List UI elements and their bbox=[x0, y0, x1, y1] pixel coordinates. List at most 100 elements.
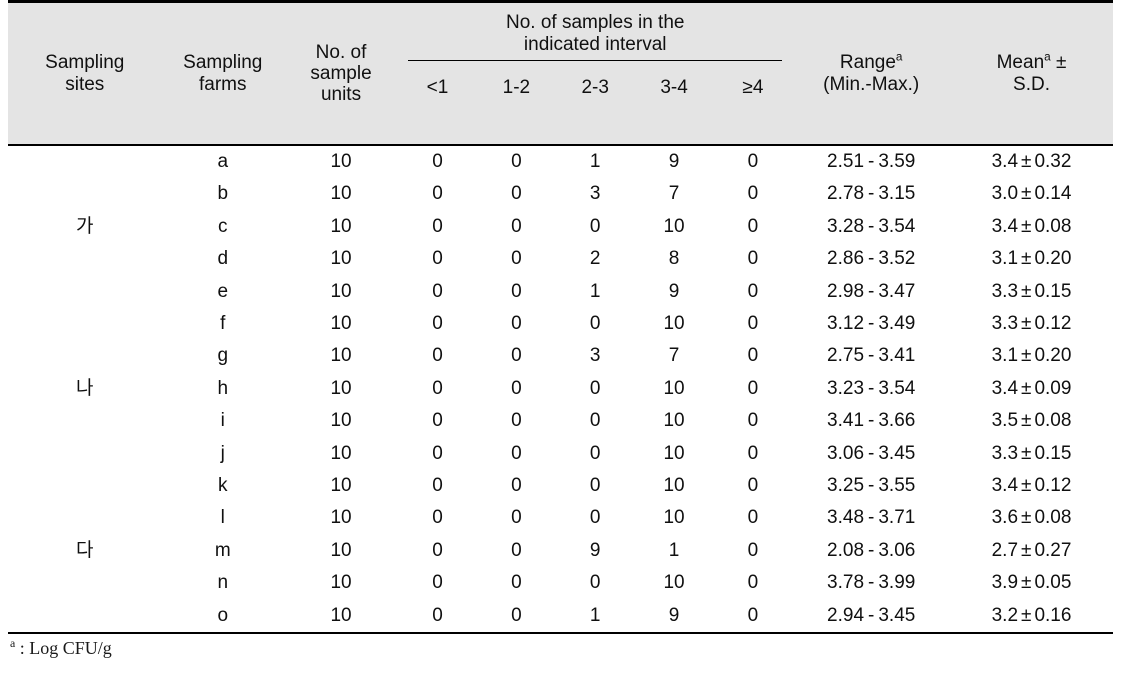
cell-interval-2-3: 2 bbox=[589, 248, 601, 270]
plus-minus-symbol: ± bbox=[1021, 345, 1032, 367]
range-dash: - bbox=[868, 248, 875, 270]
range-max: 3.15 bbox=[878, 183, 916, 205]
range-dash: - bbox=[868, 475, 875, 497]
cell-interval-1-2: 0 bbox=[511, 248, 522, 270]
sd-value: 0.08 bbox=[1034, 507, 1072, 529]
cell-interval-3-4: 9 bbox=[668, 280, 680, 302]
cell-sample-units: 10 bbox=[330, 345, 352, 367]
range-dash: - bbox=[868, 345, 875, 367]
table-row: 가 c 10 0 0 0 10 0 3.28-3.54 3.4 ±0.08 bbox=[8, 211, 1113, 243]
header-row: Sampling sites Sampling farms No. of sam… bbox=[8, 0, 1113, 146]
cell-interval-2-3: 0 bbox=[589, 215, 601, 237]
table-row: f 10 0 0 0 10 0 3.12-3.49 3.3 ±0.12 bbox=[8, 308, 1113, 340]
cell-sampling-farm: j bbox=[220, 442, 225, 464]
cell-interval-2-3: 0 bbox=[589, 475, 601, 497]
cell-sample-units: 10 bbox=[330, 313, 352, 335]
range-dash: - bbox=[868, 410, 875, 432]
cell-range: 3.25-3.55 bbox=[792, 470, 950, 502]
cell-sampling-farm: l bbox=[220, 507, 225, 529]
cell-sampling-farm: m bbox=[214, 539, 231, 561]
header-line: Range bbox=[839, 52, 896, 74]
mean-value: 3.4 bbox=[991, 215, 1019, 237]
cell-sampling-site bbox=[8, 502, 162, 534]
range-dash: - bbox=[868, 183, 875, 205]
cell-interval-2-3: 1 bbox=[555, 599, 635, 635]
mean-value: 3.3 bbox=[991, 313, 1019, 335]
cell-interval-3-4: 8 bbox=[668, 248, 680, 270]
sd-value: 0.08 bbox=[1034, 215, 1072, 237]
table-row: l 10 0 0 0 10 0 3.48-3.71 3.6 ±0.08 bbox=[8, 502, 1113, 534]
range-max: 3.52 bbox=[878, 248, 916, 270]
table-row: j 10 0 0 0 10 0 3.06-3.45 3.3 ±0.15 bbox=[8, 438, 1113, 470]
range-dash: - bbox=[868, 313, 875, 335]
cell-range: 2.86-3.52 bbox=[792, 243, 950, 275]
cell-range: 3.41-3.66 bbox=[792, 405, 950, 437]
mean-value: 3.4 bbox=[991, 151, 1019, 172]
cell-sample-units: 10 bbox=[330, 507, 352, 529]
cell-mean-sd: 3.0 ±0.14 bbox=[950, 178, 1113, 210]
range-max: 3.45 bbox=[878, 442, 916, 464]
cell-interval-3-4: 10 bbox=[663, 475, 685, 497]
cell-mean-sd: 3.5 ±0.08 bbox=[950, 405, 1113, 437]
group-header-line: indicated interval bbox=[523, 33, 667, 55]
cell-range: 2.98-3.47 bbox=[792, 276, 950, 308]
range-dash: - bbox=[868, 151, 875, 172]
plus-minus-symbol: ± bbox=[1021, 604, 1032, 626]
range-max: 3.47 bbox=[878, 280, 916, 302]
plus-minus-symbol: ± bbox=[1055, 52, 1067, 74]
cell-sample-units: 10 bbox=[330, 539, 352, 561]
cell-interval-3-4: 7 bbox=[668, 345, 680, 367]
table-row: b 10 0 0 3 7 0 2.78-3.15 3.0 ±0.14 bbox=[8, 178, 1113, 210]
sampling-results-table: Sampling sites Sampling farms No. of sam… bbox=[8, 0, 1113, 635]
range-max: 3.49 bbox=[878, 313, 916, 335]
cell-range: 2.78-3.15 bbox=[792, 178, 950, 210]
cell-sampling-site: 나 bbox=[76, 377, 94, 399]
cell-sampling-site bbox=[8, 599, 162, 635]
cell-interval-lt1: 0 bbox=[432, 248, 443, 270]
cell-sample-units: 10 bbox=[330, 475, 352, 497]
table-row: i 10 0 0 0 10 0 3.41-3.66 3.5 ±0.08 bbox=[8, 405, 1113, 437]
footnote-marker: a bbox=[1044, 50, 1051, 64]
cell-sample-units: 10 bbox=[330, 183, 352, 205]
range-dash: - bbox=[868, 215, 875, 237]
cell-range: 3.12-3.49 bbox=[792, 308, 950, 340]
cell-mean-sd: 3.4 ±0.08 bbox=[950, 211, 1113, 243]
range-max: 3.54 bbox=[878, 377, 916, 399]
plus-minus-symbol: ± bbox=[1021, 377, 1032, 399]
cell-sampling-site bbox=[8, 567, 162, 599]
cell-interval-1-2: 0 bbox=[511, 151, 522, 172]
cell-mean-sd: 3.3 ±0.15 bbox=[950, 276, 1113, 308]
cell-sampling-site bbox=[8, 276, 162, 308]
cell-interval-1-2: 0 bbox=[511, 539, 522, 561]
sd-value: 0.15 bbox=[1034, 280, 1072, 302]
cell-interval-1-2: 0 bbox=[511, 280, 522, 302]
cell-mean-sd: 3.3 ±0.12 bbox=[950, 308, 1113, 340]
sd-value: 0.08 bbox=[1034, 410, 1072, 432]
cell-mean-sd: 3.6 ±0.08 bbox=[950, 502, 1113, 534]
cell-sampling-site: 다 bbox=[76, 539, 94, 561]
range-max: 3.55 bbox=[878, 475, 916, 497]
plus-minus-symbol: ± bbox=[1021, 442, 1032, 464]
sd-value: 0.14 bbox=[1034, 183, 1072, 205]
cell-sampling-site bbox=[8, 470, 162, 502]
interval-subheaders: <1 1-2 2-3 3-4 ≥4 bbox=[398, 77, 792, 98]
cell-interval-lt1: 0 bbox=[432, 507, 443, 529]
range-max: 3.54 bbox=[878, 215, 916, 237]
cell-range: 2.51-3.59 bbox=[792, 145, 950, 178]
cell-mean-sd: 3.9 ±0.05 bbox=[950, 567, 1113, 599]
cell-interval-2-3: 0 bbox=[589, 377, 601, 399]
range-max: 3.06 bbox=[878, 539, 916, 561]
mean-value: 3.4 bbox=[991, 475, 1019, 497]
cell-interval-ge4: 0 bbox=[713, 599, 793, 635]
cell-interval-1-2: 0 bbox=[511, 313, 522, 335]
plus-minus-symbol: ± bbox=[1021, 183, 1032, 205]
range-min: 2.98 bbox=[827, 280, 865, 302]
table-row: 다 m 10 0 0 9 1 0 2.08-3.06 2.7 ±0.27 bbox=[8, 535, 1113, 567]
cell-sampling-farm: e bbox=[217, 280, 229, 302]
table-body: a 10 0 0 1 9 0 2.51-3.59 3.4 ±0.32 b 10 0 0 3 7 0 2.78-3.… bbox=[8, 145, 1113, 635]
sd-value: 0.12 bbox=[1034, 475, 1072, 497]
cell-interval-lt1: 0 bbox=[432, 377, 443, 399]
mean-value: 2.7 bbox=[991, 539, 1019, 561]
cell-sampling-site bbox=[8, 178, 162, 210]
cell-interval-ge4: 0 bbox=[747, 377, 759, 399]
